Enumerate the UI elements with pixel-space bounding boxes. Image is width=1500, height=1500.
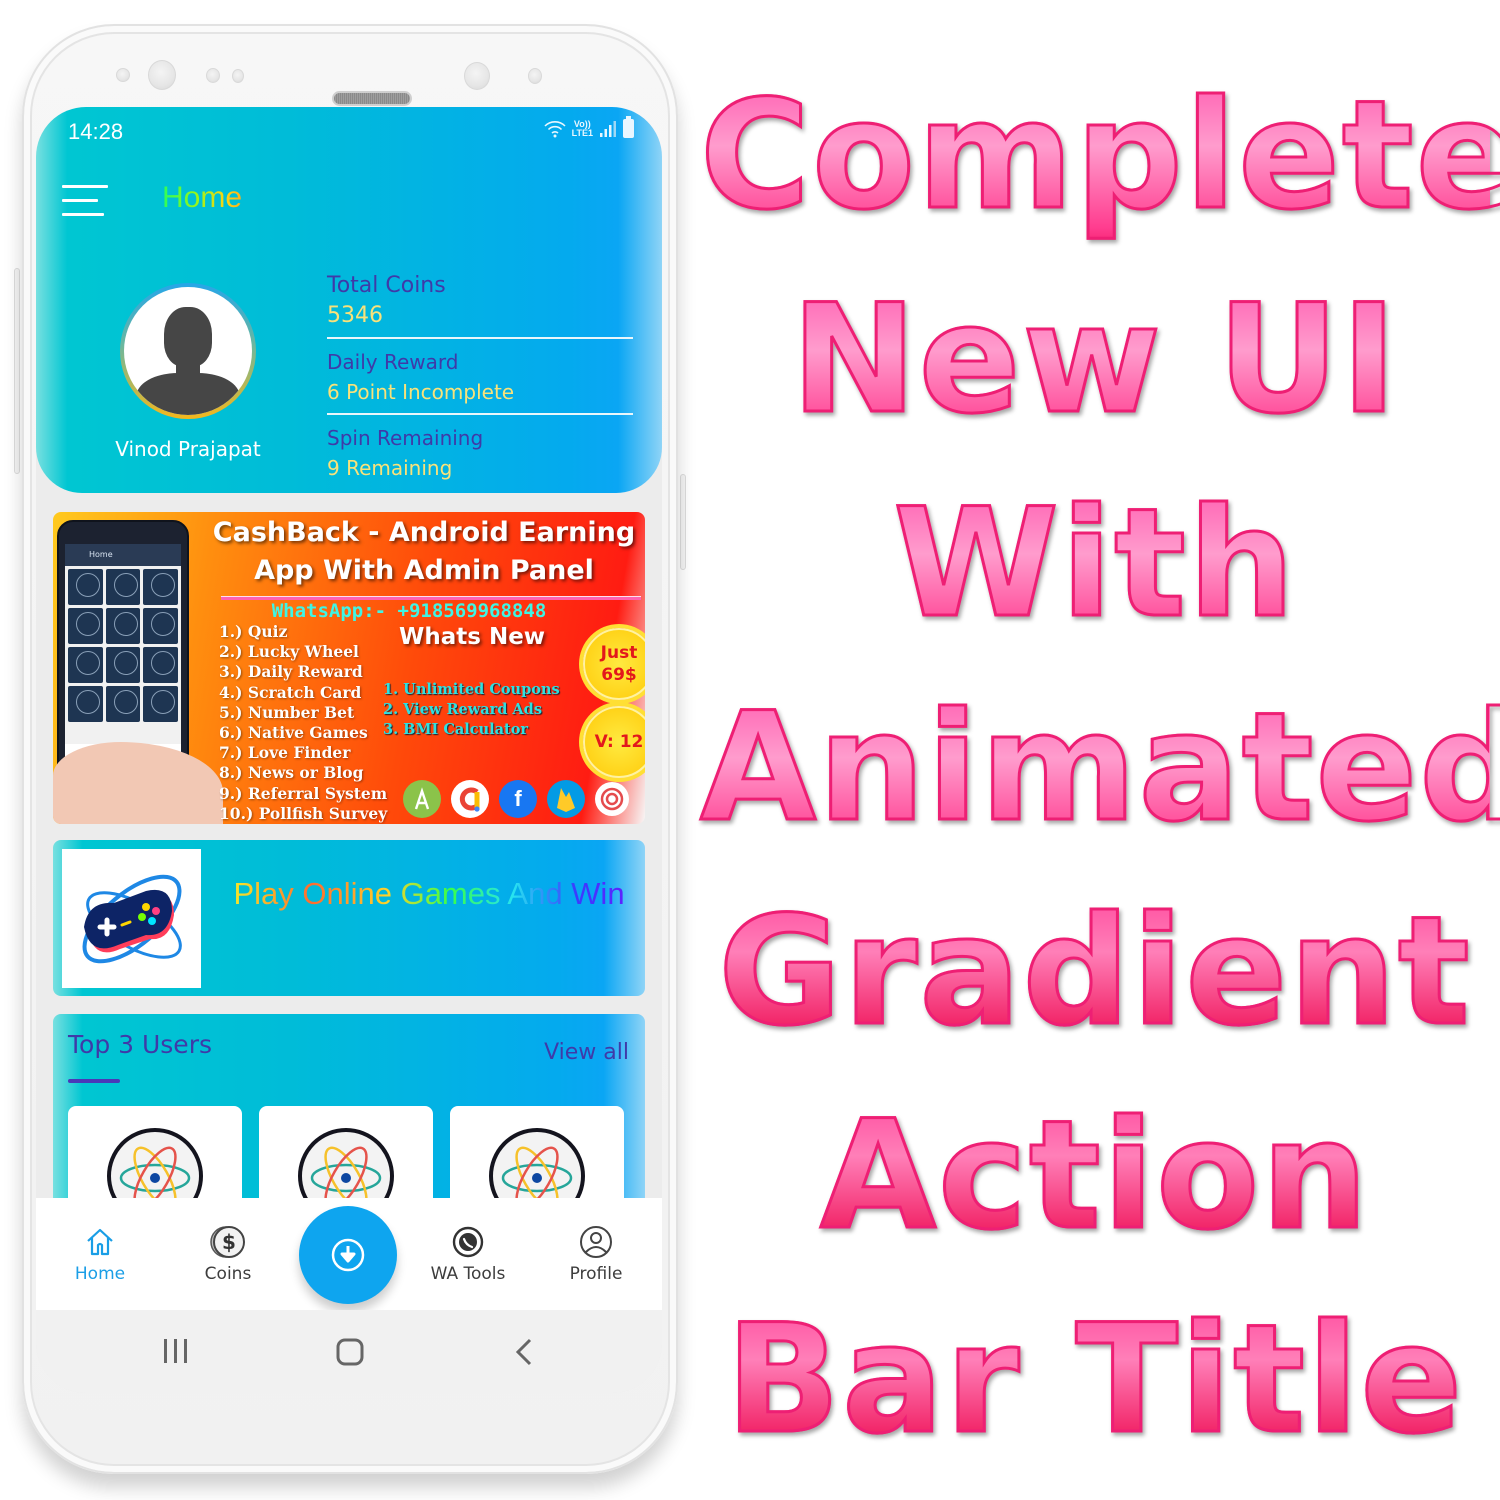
firebase-icon xyxy=(547,780,585,818)
headline-line: Complete xyxy=(699,54,1500,258)
home-icon xyxy=(45,1222,155,1262)
nav-profile[interactable]: Profile xyxy=(541,1222,651,1284)
android-studio-icon xyxy=(403,780,441,818)
games-card-text: Play Online Games And Win xyxy=(219,870,639,918)
sensor-dot xyxy=(206,68,220,83)
download-fab[interactable] xyxy=(299,1206,397,1304)
action-bar-title: Home xyxy=(162,181,243,214)
recents-icon[interactable] xyxy=(160,1336,192,1366)
stat-label: Total Coins xyxy=(327,273,446,298)
network-type: Vo)) LTE1 xyxy=(571,118,593,138)
admob-icon xyxy=(451,780,489,818)
nav-wa-tools[interactable]: WA Tools xyxy=(413,1222,523,1284)
hamburger-menu-icon[interactable] xyxy=(62,185,108,217)
user-name: Vinod Prajapat xyxy=(115,437,261,461)
facebook-icon: f xyxy=(499,780,537,818)
promo-headline: Complete New UI With Animated Gradient A… xyxy=(699,54,1500,1482)
volume-button xyxy=(14,268,20,474)
front-camera xyxy=(148,60,176,90)
price-badge: Just 69$ xyxy=(583,628,645,700)
power-button xyxy=(680,474,686,570)
stat-total-coins: Total Coins 5346 xyxy=(327,269,633,339)
headline-line: Bar Title xyxy=(700,1278,1490,1482)
sensor-dot xyxy=(232,69,244,83)
gamepad-icon xyxy=(62,849,201,988)
whats-new-heading: Whats New xyxy=(399,624,546,650)
user-silhouette-icon xyxy=(124,287,252,415)
headline-line: Gradient xyxy=(700,870,1490,1074)
play-games-card[interactable]: Play Online Games And Win xyxy=(53,840,645,996)
headline-line: Action xyxy=(700,1074,1490,1278)
tech-logos: f xyxy=(403,780,629,818)
stat-value: 5346 xyxy=(327,303,383,328)
banner-title: CashBack - Android Earning App With Admi… xyxy=(212,517,636,586)
onesignal-icon xyxy=(595,782,629,816)
back-icon[interactable] xyxy=(512,1336,536,1368)
sensor-dot xyxy=(116,68,130,82)
nav-home[interactable]: Home xyxy=(45,1222,155,1284)
home-circle-icon[interactable] xyxy=(334,1336,366,1368)
iris-scanner xyxy=(464,62,490,90)
stat-label: Spin Remaining xyxy=(327,426,484,450)
profile-header: 14:28 Vo)) LTE1 Home Vinod Prajapat Tota… xyxy=(36,107,662,493)
coin-dollar-icon: $ xyxy=(173,1222,283,1262)
stat-spin-remaining: Spin Remaining 9 Remaining xyxy=(327,421,633,489)
stat-value: 9 Remaining xyxy=(327,456,453,480)
system-navigation-bar xyxy=(36,1310,662,1393)
whatsapp-icon xyxy=(413,1222,523,1262)
signal-icon xyxy=(600,120,616,137)
wifi-icon xyxy=(544,120,566,137)
whatsapp-contact: WhatsApp:- +918569968848 xyxy=(271,600,547,622)
app-screen: 14:28 Vo)) LTE1 Home Vinod Prajapat Tota… xyxy=(36,107,662,1393)
stat-daily-reward: Daily Reward 6 Point Incomplete xyxy=(327,345,633,415)
version-badge: V: 12 xyxy=(583,706,645,778)
stat-label: Daily Reward xyxy=(327,350,459,374)
promo-banner[interactable]: Home CashBack - Android Earning App With… xyxy=(53,512,645,824)
earpiece-speaker xyxy=(332,91,412,106)
nav-coins[interactable]: $ Coins xyxy=(173,1222,283,1284)
sensor-dot xyxy=(528,68,542,84)
stat-value: 6 Point Incomplete xyxy=(327,380,515,404)
headline-line: New UI xyxy=(700,258,1490,462)
status-icons: Vo)) LTE1 xyxy=(544,116,634,138)
view-all-link[interactable]: View all xyxy=(544,1040,629,1065)
top-users-title: Top 3 Users xyxy=(68,1030,212,1059)
feature-list: 1.) Quiz 2.) Lucky Wheel 3.) Daily Rewar… xyxy=(219,622,388,823)
svg-text:$: $ xyxy=(222,1230,236,1254)
battery-icon xyxy=(623,116,634,138)
profile-icon xyxy=(541,1222,651,1262)
status-time: 14:28 xyxy=(68,119,124,144)
stats-panel: Total Coins 5346 Daily Reward 6 Point In… xyxy=(327,269,633,495)
download-icon xyxy=(331,1238,365,1272)
whats-new-list: 1. Unlimited Coupons 2. View Reward Ads … xyxy=(383,681,560,738)
headline-line: With xyxy=(700,462,1490,666)
headline-line: Animated xyxy=(699,666,1500,870)
hand-image xyxy=(53,742,223,824)
title-underline xyxy=(68,1079,120,1083)
avatar[interactable] xyxy=(120,283,256,419)
